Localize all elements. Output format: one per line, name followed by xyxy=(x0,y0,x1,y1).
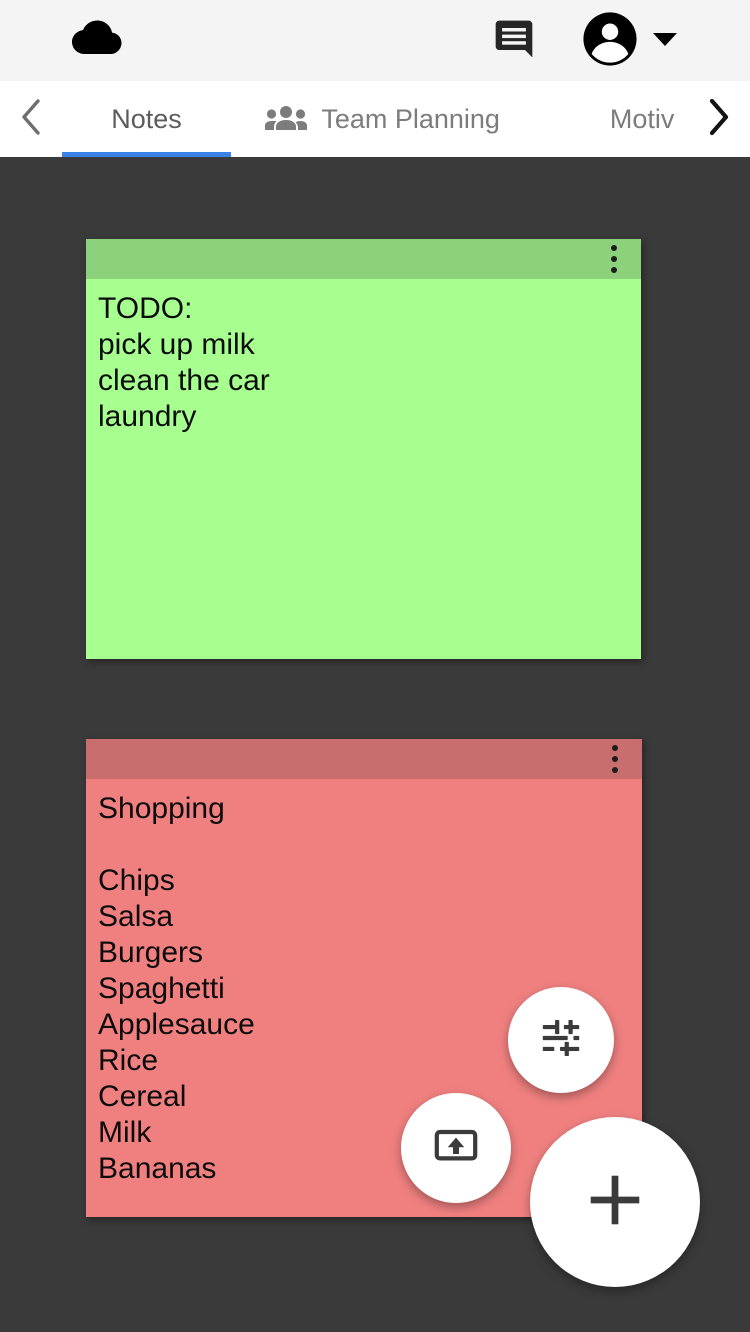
more-vert-icon[interactable] xyxy=(600,742,630,776)
note-header[interactable] xyxy=(86,739,642,779)
menu-dot xyxy=(611,245,617,251)
note-text[interactable]: TODO: pick up milk clean the car laundry xyxy=(86,279,641,435)
tune-icon xyxy=(538,1015,584,1066)
top-app-bar xyxy=(0,0,750,81)
people-group-icon xyxy=(265,104,308,134)
account-circle-icon xyxy=(581,10,639,71)
plus-icon xyxy=(584,1169,646,1236)
comment-icon xyxy=(492,17,536,64)
tab-team-planning-label: Team Planning xyxy=(321,103,500,134)
tabs-strip: Notes Team Planning Motiv xyxy=(62,81,750,157)
cloud-icon xyxy=(70,20,122,63)
tab-notes-label: Notes xyxy=(111,103,182,134)
tab-notes[interactable]: Notes xyxy=(62,81,231,157)
account-button[interactable] xyxy=(578,9,642,73)
tune-fab[interactable] xyxy=(508,987,614,1093)
menu-dot xyxy=(612,767,618,773)
menu-dot xyxy=(612,745,618,751)
top-app-bar-actions xyxy=(480,0,750,81)
more-vert-icon[interactable] xyxy=(599,242,629,276)
present-to-all-icon xyxy=(432,1122,480,1175)
comment-button[interactable] xyxy=(480,7,548,75)
note-text[interactable]: Shopping Chips Salsa Burgers Spaghetti A… xyxy=(86,779,642,1187)
notes-canvas: TODO: pick up milk clean the car laundry… xyxy=(0,157,750,1332)
upload-fab[interactable] xyxy=(401,1093,511,1203)
account-dropdown-button[interactable] xyxy=(642,9,688,73)
chevron-left-icon xyxy=(18,97,44,142)
note-header[interactable] xyxy=(86,239,641,279)
tabs-scroll-right-button[interactable] xyxy=(686,81,750,157)
menu-dot xyxy=(611,267,617,273)
note-card[interactable]: TODO: pick up milk clean the car laundry xyxy=(86,239,641,659)
chevron-right-icon xyxy=(705,97,731,142)
menu-dot xyxy=(612,756,618,762)
menu-dot xyxy=(611,256,617,262)
tabs-scroll-left-button[interactable] xyxy=(0,81,62,157)
add-note-fab[interactable] xyxy=(530,1117,700,1287)
tab-bar: Notes Team Planning Motiv xyxy=(0,81,750,157)
cloud-logo-button[interactable] xyxy=(70,20,122,63)
tab-motiv-label: Motiv xyxy=(609,103,675,134)
tab-team-planning[interactable]: Team Planning xyxy=(231,81,534,157)
caret-down-icon xyxy=(652,30,678,51)
